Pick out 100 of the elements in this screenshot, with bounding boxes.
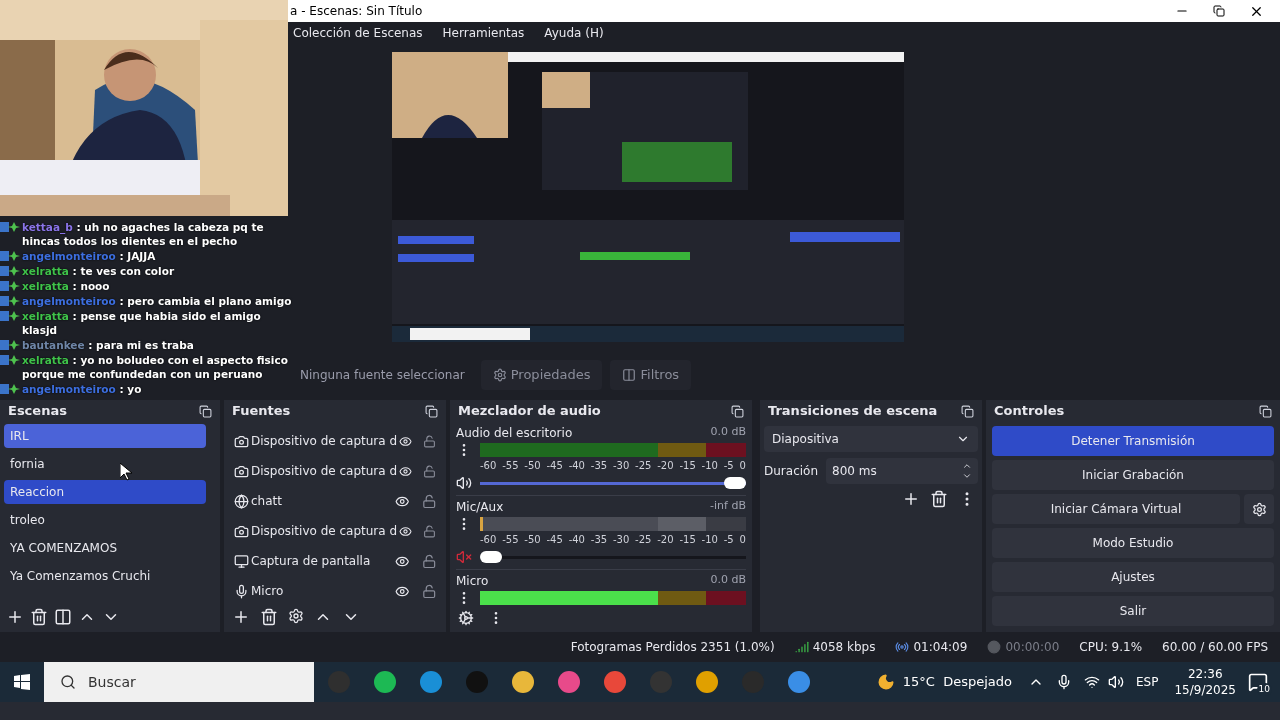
source-name[interactable]: Captura de pantalla — [251, 552, 394, 570]
control-button[interactable]: Iniciar Cámara Virtual — [992, 494, 1240, 524]
app-icon[interactable] — [374, 671, 396, 693]
stream-time: 01:04:09 — [913, 639, 968, 656]
scale-label: -30 — [612, 533, 630, 547]
clock-time[interactable]: 22:36 — [1187, 666, 1223, 682]
source-name[interactable]: Dispositivo de captura d — [251, 462, 398, 480]
trash-icon[interactable] — [260, 608, 278, 626]
app-icon[interactable] — [604, 671, 626, 693]
control-button[interactable]: Ajustes — [992, 562, 1274, 592]
badge-icon — [0, 384, 20, 394]
search-field[interactable]: Buscar — [44, 662, 314, 702]
source-name[interactable]: Dispositivo de captura d — [251, 522, 398, 540]
add-icon[interactable] — [6, 608, 24, 626]
up-icon[interactable] — [962, 461, 972, 471]
microphone-icon — [234, 583, 249, 599]
settings-icon[interactable] — [288, 608, 304, 624]
undock-icon[interactable] — [425, 404, 438, 418]
clock-date[interactable]: 15/9/2025 — [1174, 682, 1236, 698]
down-icon[interactable] — [962, 471, 972, 481]
volume-thumb[interactable] — [724, 477, 746, 489]
scene-item[interactable]: troleo — [4, 508, 206, 532]
add-icon[interactable] — [902, 490, 920, 508]
volume-thumb[interactable] — [480, 551, 502, 563]
window-title: a - Escenas: Sin Título — [290, 3, 423, 20]
filter-icon — [622, 368, 637, 382]
chat-username: bautankee — [22, 339, 85, 351]
badge-icon — [0, 311, 20, 321]
scene-item[interactable]: IRL — [4, 424, 206, 448]
app-icon[interactable] — [558, 671, 580, 693]
app-icon[interactable] — [696, 671, 718, 693]
menu-item[interactable]: Ayuda (H) — [544, 24, 604, 42]
menu-item[interactable]: Colección de Escenas — [293, 24, 423, 42]
unlock-icon[interactable] — [421, 553, 436, 569]
source-name[interactable]: Micro — [251, 582, 394, 600]
app-icon[interactable] — [512, 671, 534, 693]
control-button[interactable]: Iniciar Grabación — [992, 460, 1274, 490]
scale-label: -45 — [546, 533, 563, 547]
scale-label: -50 — [524, 459, 541, 473]
chat-message: xelratta : te ves con color — [22, 264, 175, 278]
unlock-icon[interactable] — [423, 463, 436, 479]
scene-item[interactable]: fornia — [4, 452, 206, 476]
muted-speaker-icon[interactable] — [456, 549, 472, 565]
undock-icon[interactable] — [199, 404, 212, 418]
scale-label: -15 — [679, 459, 696, 473]
filters-button[interactable]: Filtros — [610, 360, 692, 390]
restore-icon[interactable] — [1213, 5, 1225, 17]
scene-item[interactable]: Ya Comenzamos Cruchi — [4, 564, 206, 588]
record-time: 00:00:00 — [1005, 639, 1060, 656]
panel-title: Controles — [994, 402, 1065, 421]
filter-icon[interactable] — [54, 608, 72, 626]
app-icon[interactable] — [420, 671, 442, 693]
weather-text[interactable]: 15°C Despejado — [902, 672, 1013, 692]
settings-icon[interactable] — [458, 610, 474, 626]
add-icon[interactable] — [232, 608, 250, 626]
scale-label: -55 — [502, 459, 519, 473]
wifi-icon[interactable] — [1084, 674, 1101, 690]
undock-icon[interactable] — [961, 404, 974, 418]
chat-username: angelmonteiroo — [22, 383, 116, 395]
windows-icon[interactable] — [14, 674, 30, 690]
volume-slider[interactable] — [480, 476, 746, 490]
volume-slider[interactable] — [480, 550, 746, 564]
control-button[interactable]: Modo Estudio — [992, 528, 1274, 558]
control-button[interactable]: Detener Transmisión — [992, 426, 1274, 456]
control-button[interactable]: Salir — [992, 596, 1274, 626]
unlock-icon[interactable] — [423, 523, 436, 539]
channel-reading: 0.0 dB — [710, 424, 746, 440]
badge-icon — [0, 266, 20, 276]
scene-item[interactable]: Reaccion — [4, 480, 206, 504]
speaker-icon[interactable] — [1108, 674, 1125, 690]
unlock-icon[interactable] — [423, 433, 436, 449]
monitor-icon — [234, 553, 249, 569]
chat-username: angelmonteiroo — [22, 250, 116, 262]
scene-item[interactable]: YA COMENZAMOS — [4, 536, 206, 560]
trash-icon[interactable] — [30, 608, 48, 626]
properties-button[interactable]: Propiedades — [480, 360, 603, 390]
scale-label: 0 — [739, 533, 746, 547]
unlock-icon[interactable] — [421, 583, 436, 599]
unlock-icon[interactable] — [421, 493, 436, 509]
undock-icon[interactable] — [731, 404, 744, 418]
scale-label: -15 — [679, 533, 696, 547]
chat-username: xelratta — [22, 265, 69, 277]
undock-icon[interactable] — [1259, 404, 1272, 418]
source-name[interactable]: Dispositivo de captura d — [251, 432, 398, 450]
search-icon — [60, 674, 76, 690]
scale-label: -20 — [657, 459, 674, 473]
channel-name: Mic/Aux — [456, 499, 504, 516]
speaker-icon[interactable] — [456, 475, 472, 491]
panel-title: Fuentes — [232, 402, 291, 421]
cpu-usage: CPU: 9.1% — [1079, 639, 1143, 656]
settings-button[interactable] — [1244, 494, 1274, 524]
language-indicator[interactable]: ESP — [1136, 673, 1159, 691]
menu-item[interactable]: Herramientas — [442, 24, 525, 42]
source-name[interactable]: chatt — [251, 492, 394, 510]
channel-name: Micro — [456, 573, 489, 590]
camera-icon — [234, 463, 249, 479]
transition-select[interactable]: Diapositiva — [764, 426, 978, 452]
duration-field[interactable]: 800 ms — [826, 458, 978, 484]
app-icon[interactable] — [788, 671, 810, 693]
trash-icon[interactable] — [930, 490, 948, 508]
